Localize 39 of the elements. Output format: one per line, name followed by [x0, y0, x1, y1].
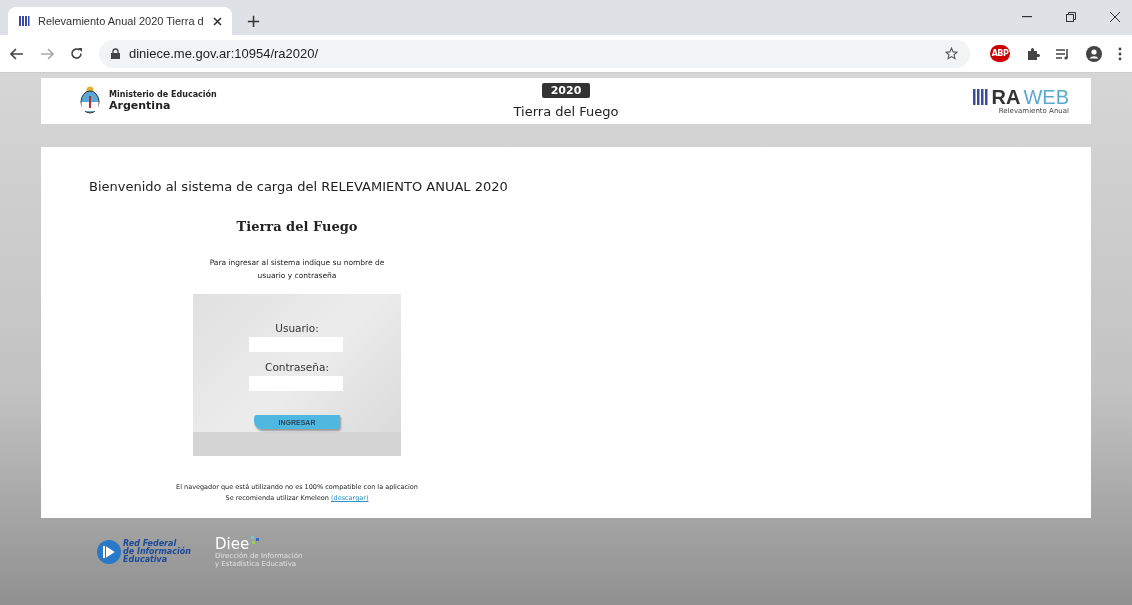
province-title: Tierra del Fuego — [236, 219, 358, 234]
extension-badge[interactable]: ABP — [990, 45, 1010, 62]
new-tab-button[interactable]: + — [246, 10, 262, 31]
year-badge: 2020 — [541, 83, 591, 98]
address-field[interactable]: diniece.me.gov.ar:10954/ra2020/ — [99, 39, 970, 68]
ministry-label: Ministerio de Educación — [109, 90, 217, 99]
network-name-line: Red Federal — [123, 540, 177, 548]
profile-icon[interactable] — [1086, 45, 1102, 62]
url-text: diniece.me.gov.ar:10954/ra2020/ — [129, 46, 320, 61]
minimize-icon[interactable] — [1022, 16, 1032, 18]
province-label: Tierra del Fuego — [513, 104, 619, 119]
close-icon[interactable] — [213, 16, 222, 26]
input-field[interactable] — [249, 337, 343, 352]
input-field[interactable] — [249, 376, 343, 391]
reload-icon[interactable] — [70, 47, 83, 60]
menu-icon[interactable] — [1118, 46, 1122, 61]
bars-logo-icon — [18, 15, 30, 27]
brand-ra: RA — [991, 87, 1021, 107]
welcome-text: Bienvenido al sistema de carga del RELEVAMIENTO ANUAL 2020 — [89, 179, 508, 194]
network-name-line: de Información — [123, 548, 191, 556]
network-name-line: Educativa — [123, 556, 168, 564]
coat-of-arms-icon — [79, 86, 101, 116]
bars-logo-icon — [972, 89, 989, 105]
brand-web: WEB — [1023, 87, 1069, 107]
puzzle-icon[interactable] — [1026, 46, 1040, 61]
field-label: Contraseña: — [265, 361, 329, 373]
diee-logo-text: Diee — [214, 536, 250, 552]
browser-tab[interactable]: Relevamiento Anual 2020 Tierra d — [8, 7, 232, 35]
playlist-icon[interactable] — [1056, 47, 1070, 60]
field-label: Usuario: — [275, 322, 319, 334]
restore-icon[interactable] — [1066, 12, 1076, 22]
star-icon[interactable] — [945, 47, 958, 60]
tab-title: Relevamiento Anual 2020 Tierra d — [38, 15, 205, 27]
close-icon[interactable] — [1110, 12, 1120, 22]
back-arrow-icon[interactable] — [10, 47, 24, 60]
country-label: Argentina — [109, 99, 172, 112]
dots-icon — [251, 536, 261, 545]
network-logo-icon — [97, 540, 121, 564]
lock-icon — [111, 48, 120, 59]
